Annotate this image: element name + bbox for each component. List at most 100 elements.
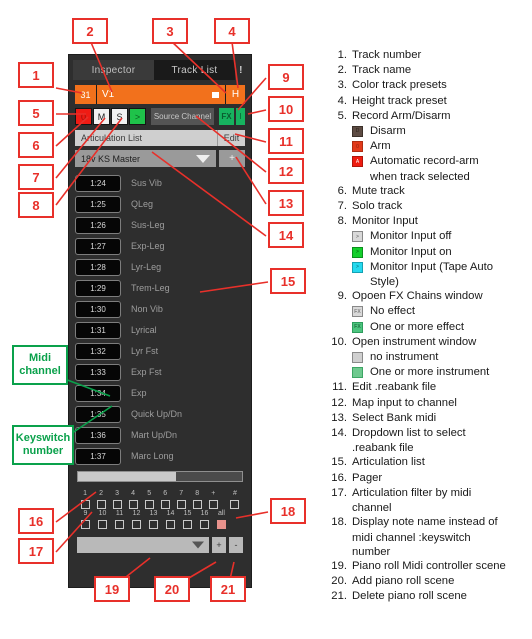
display-note-name-toggle[interactable]: # — [227, 489, 243, 509]
articulation-item[interactable]: 1:28 Lyr-Leg — [75, 258, 245, 276]
articulation-item[interactable]: 1:34 Exp — [75, 384, 245, 402]
midi-channel-checkbox[interactable] — [208, 500, 218, 509]
midi-channel-cell-10[interactable]: 10 — [94, 509, 111, 529]
legend-num: 2. — [337, 64, 347, 77]
articulation-item[interactable]: 1:30 Non Vib — [75, 300, 245, 318]
midi-channel-checkbox[interactable] — [80, 500, 90, 509]
keyswitch-chip[interactable]: 1:26 — [75, 216, 121, 234]
piano-roll-scene-dropdown[interactable] — [77, 537, 209, 553]
articulation-item[interactable]: 1:33 Exp Fst — [75, 363, 245, 381]
midi-channel-checkbox[interactable] — [149, 520, 158, 529]
midi-channel-cell-9[interactable]: 9 — [77, 509, 94, 529]
midi-channel-cell-+[interactable]: + — [205, 489, 221, 509]
midi-channel-checkbox[interactable] — [230, 500, 240, 509]
midi-channel-checkbox[interactable] — [166, 520, 175, 529]
color-track-presets-icon[interactable] — [212, 91, 219, 98]
solo-button[interactable]: S — [111, 108, 128, 125]
source-channel-button[interactable]: Source Channel — [151, 108, 214, 125]
delete-scene-button[interactable]: - — [229, 537, 243, 553]
articulation-item[interactable]: 1:26 Sus-Leg — [75, 216, 245, 234]
track-number[interactable]: 31 — [75, 85, 97, 104]
track-name[interactable]: V1 — [97, 85, 225, 104]
midi-channel-cell-7[interactable]: 7 — [173, 489, 189, 509]
keyswitch-chip[interactable]: 1:36 — [75, 426, 121, 444]
articulation-item[interactable]: 1:24 Sus Vib — [75, 174, 245, 192]
midi-channel-checkbox[interactable] — [98, 520, 107, 529]
midi-channel-checkbox[interactable] — [176, 500, 186, 509]
pager[interactable] — [77, 471, 243, 482]
keyswitch-chip[interactable]: 1:34 — [75, 384, 121, 402]
chevron-down-icon[interactable] — [196, 154, 210, 163]
keyswitch-chip[interactable]: 1:24 — [75, 174, 121, 192]
callout-21: 21 — [210, 576, 246, 602]
midi-channel-cell-13[interactable]: 13 — [145, 509, 162, 529]
midi-channel-cell-8[interactable]: 8 — [189, 489, 205, 509]
articulation-item[interactable]: 1:35 Quick Up/Dn — [75, 405, 245, 423]
record-arm-button[interactable]: 0 — [75, 108, 92, 125]
midi-channel-checkbox[interactable] — [183, 520, 192, 529]
fx-chains-button[interactable]: FX — [219, 108, 234, 125]
midi-channel-cell-all[interactable]: all — [213, 509, 230, 529]
keyswitch-chip[interactable]: 1:32 — [75, 342, 121, 360]
keyswitch-chip[interactable]: 1:25 — [75, 195, 121, 213]
tab-inspector[interactable]: Inspector — [73, 60, 154, 80]
instrument-window-button[interactable]: I — [236, 108, 245, 125]
midi-channel-checkbox[interactable] — [96, 500, 106, 509]
legend-item-2: 2. Track name — [330, 63, 530, 77]
articulation-item[interactable]: 1:32 Lyr Fst — [75, 342, 245, 360]
midi-channel-checkbox[interactable] — [144, 500, 154, 509]
midi-channel-cell-1[interactable]: 1 — [77, 489, 93, 509]
edit-reabank-button[interactable]: Edit — [217, 130, 245, 146]
keyswitch-chip[interactable]: 1:28 — [75, 258, 121, 276]
keyswitch-chip[interactable]: 1:27 — [75, 237, 121, 255]
midi-channel-cell-14[interactable]: 14 — [162, 509, 179, 529]
chevron-down-icon[interactable] — [192, 541, 204, 549]
mute-button[interactable]: M — [93, 108, 110, 125]
midi-channel-checkbox[interactable] — [132, 520, 141, 529]
add-scene-button[interactable]: + — [212, 537, 226, 553]
midi-channel-checkbox[interactable] — [115, 520, 124, 529]
reabank-dropdown[interactable]: 18v KS Master — [75, 150, 216, 167]
keyswitch-chip[interactable]: 1:30 — [75, 300, 121, 318]
midi-channel-cell-15[interactable]: 15 — [179, 509, 196, 529]
articulation-item[interactable]: 1:29 Trem-Leg — [75, 279, 245, 297]
legend-num: 8. — [337, 215, 347, 228]
midi-channel-cell-4[interactable]: 4 — [125, 489, 141, 509]
midi-channel-checkbox[interactable] — [200, 520, 209, 529]
midi-channel-cell-5[interactable]: 5 — [141, 489, 157, 509]
callout-keyswitch-line1: Keyswitch — [15, 432, 71, 444]
midi-channel-cell-3[interactable]: 3 — [109, 489, 125, 509]
callout-3: 3 — [152, 18, 188, 44]
keyswitch-chip[interactable]: 1:37 — [75, 447, 121, 465]
articulation-list[interactable]: 1:24 Sus Vib 1:25 QLeg 1:26 Sus-Leg 1:27 Exp-Le… — [75, 174, 245, 465]
keyswitch-chip[interactable]: 1:35 — [75, 405, 121, 423]
midi-channel-checkbox[interactable] — [192, 500, 202, 509]
articulation-item[interactable]: 1:25 QLeg — [75, 195, 245, 213]
keyswitch-chip[interactable]: 1:31 — [75, 321, 121, 339]
map-input-to-channel-button[interactable]: + — [219, 150, 245, 167]
midi-channel-checkbox[interactable] — [160, 500, 170, 509]
midi-channel-checkbox[interactable] — [128, 500, 138, 509]
midi-channel-cell-12[interactable]: 12 — [128, 509, 145, 529]
height-track-preset[interactable]: H — [225, 85, 245, 104]
articulation-item[interactable]: 1:36 Mart Up/Dn — [75, 426, 245, 444]
keyswitch-chip[interactable]: 1:29 — [75, 279, 121, 297]
articulation-item[interactable]: 1:31 Lyrical — [75, 321, 245, 339]
articulation-item[interactable]: 1:27 Exp-Leg — [75, 237, 245, 255]
keyswitch-chip[interactable]: 1:33 — [75, 363, 121, 381]
tab-track-list[interactable]: Track List — [154, 60, 235, 80]
legend-text: Color track presets — [352, 79, 447, 92]
midi-channel-checkbox[interactable] — [81, 520, 90, 529]
monitor-input-button[interactable]: > — [129, 108, 146, 125]
midi-channel-cell-16[interactable]: 16 — [196, 509, 213, 529]
legend-text: Track number — [352, 49, 422, 61]
articulation-item[interactable]: 1:37 Marc Long — [75, 447, 245, 465]
midi-channel-cell-2[interactable]: 2 — [93, 489, 109, 509]
midi-channel-checkbox[interactable] — [112, 500, 122, 509]
legend-item-9: 9. Opoen FX Chains window — [330, 289, 530, 303]
midi-channel-cell-6[interactable]: 6 — [157, 489, 173, 509]
midi-channel-label: 3 — [115, 490, 120, 497]
midi-channel-cell-11[interactable]: 11 — [111, 509, 128, 529]
midi-channel-checkbox[interactable] — [217, 520, 226, 529]
tab-exclamation[interactable]: ! — [235, 60, 247, 80]
